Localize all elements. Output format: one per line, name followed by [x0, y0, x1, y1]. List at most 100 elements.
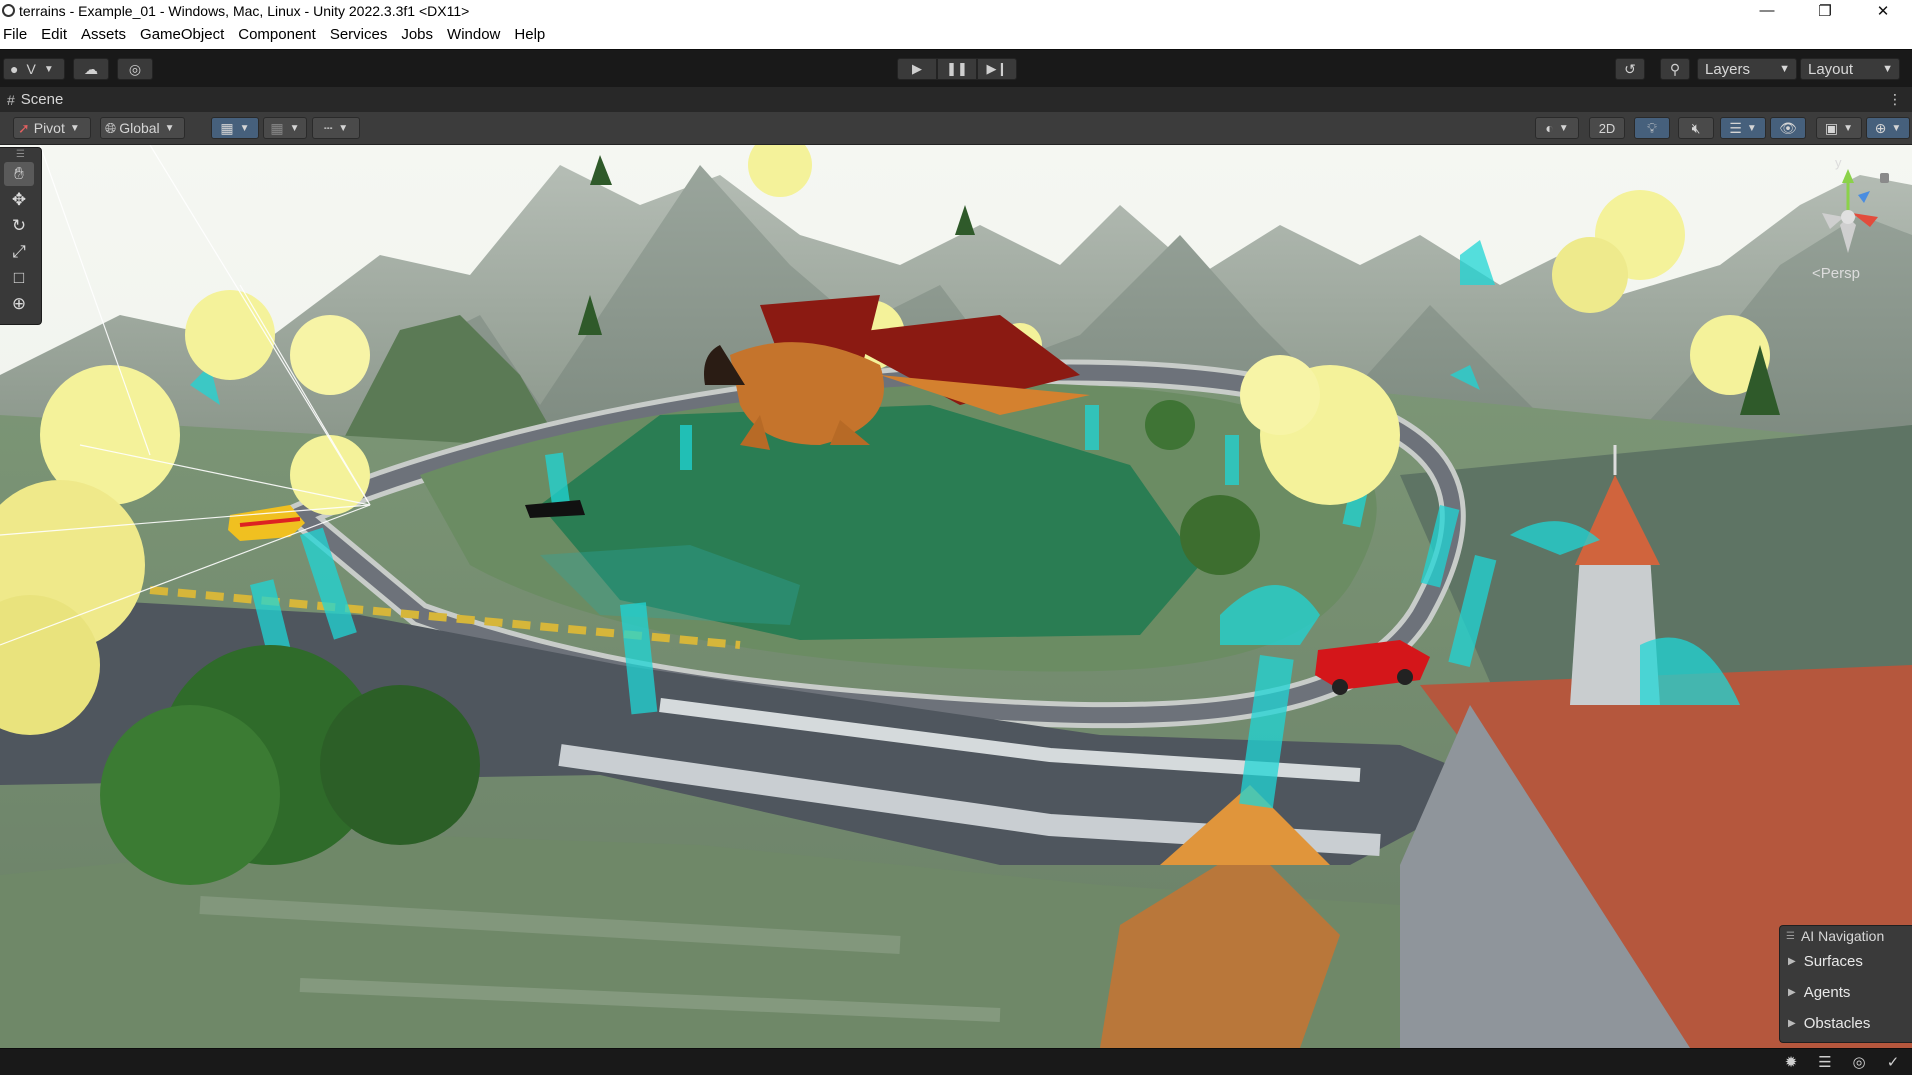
account-label: V: [26, 61, 36, 77]
network-icon[interactable]: ◎: [1848, 1052, 1870, 1072]
ai-navigation-overlay: ☰ AI Navigation ▶ Surfaces ▶ Agents ▶ Ob…: [1779, 925, 1912, 1043]
grid-snap-icon: ▦: [220, 119, 234, 136]
restore-icon[interactable]: ❐: [1796, 0, 1854, 21]
hand-tool-icon[interactable]: ✋︎: [4, 162, 34, 186]
history-icon: ↺: [1624, 60, 1636, 77]
ai-nav-item-label: Agents: [1803, 984, 1851, 1001]
playmode-controls: ▶ ❚❚ ▶❙: [897, 58, 1017, 80]
lock-icon: [1880, 173, 1889, 183]
move-tool-icon[interactable]: ✥: [4, 188, 34, 212]
scene-visibility-toggle[interactable]: 👁︎: [1770, 117, 1806, 139]
debug-icon[interactable]: ✹: [1780, 1052, 1802, 1072]
orientation-gizmo[interactable]: y: [1800, 155, 1895, 283]
collab-button[interactable]: ◎: [117, 58, 153, 80]
chevron-down-icon: ▼: [1558, 122, 1569, 134]
window-title: terrains - Example_01 - Windows, Mac, Li…: [19, 2, 470, 19]
pivot-icon: ➚: [18, 119, 30, 136]
shading-icon: ◐: [1545, 120, 1554, 136]
chevron-down-icon: ▼: [43, 63, 54, 75]
scene-render: [0, 145, 1912, 1048]
mode-2d-toggle[interactable]: 2D: [1589, 117, 1625, 139]
window-controls: — ❐ ✕: [1738, 0, 1912, 21]
chevron-down-icon: ▼: [69, 122, 80, 134]
menu-assets[interactable]: Assets: [74, 21, 133, 49]
chevron-down-icon: ▼: [1882, 63, 1893, 75]
search-button[interactable]: ⚲: [1660, 58, 1690, 80]
grid-snap-toggle[interactable]: ▦ ▼: [211, 117, 259, 139]
menu-jobs[interactable]: Jobs: [394, 21, 440, 49]
menu-file[interactable]: File: [0, 21, 34, 49]
chevron-down-icon: ▼: [1746, 122, 1757, 134]
undo-history-button[interactable]: ↺: [1615, 58, 1645, 80]
scene-grid-icon: #: [7, 91, 15, 108]
expand-triangle-icon: ▶: [1788, 1018, 1796, 1029]
expand-triangle-icon: ▶: [1788, 956, 1796, 967]
ai-nav-item-label: Obstacles: [1803, 1015, 1871, 1032]
pivot-dropdown[interactable]: ➚ Pivot ▼: [13, 117, 91, 139]
ai-nav-item-obstacles[interactable]: ▶ Obstacles: [1780, 1008, 1912, 1039]
effects-dropdown[interactable]: ☰ ▼: [1720, 117, 1766, 139]
increment-snap-toggle[interactable]: ┄ ▼: [312, 117, 360, 139]
chevron-down-icon: ▼: [1891, 122, 1902, 134]
menu-window[interactable]: Window: [440, 21, 507, 49]
camera-mode-label[interactable]: <Persp: [1812, 265, 1860, 282]
gizmos-dropdown[interactable]: ⊕ ▼: [1866, 117, 1910, 139]
chevron-down-icon: ▼: [1843, 122, 1854, 134]
layout-label: Layout: [1808, 60, 1854, 78]
account-icon: ●: [10, 61, 19, 77]
effects-icon: ☰: [1729, 119, 1742, 136]
tab-scene[interactable]: Scene: [21, 91, 64, 108]
status-bar: ✹ ☰ ◎ ✓: [0, 1048, 1912, 1075]
scale-tool-icon[interactable]: ⤢: [4, 240, 34, 264]
pivot-label: Pivot: [33, 120, 65, 136]
gizmo-y-label: y: [1835, 155, 1842, 170]
chevron-down-icon: ▼: [338, 122, 349, 134]
step-icon[interactable]: ▶❙: [977, 58, 1017, 80]
main-toolbar: ● V ▼ ☁ ◎ ▶ ❚❚ ▶❙ ↺ ⚲ Layers ▼ Layout ▼: [0, 49, 1912, 88]
stack-icon[interactable]: ☰: [1814, 1052, 1836, 1072]
menu-services[interactable]: Services: [323, 21, 395, 49]
lighting-toggle[interactable]: 💡︎: [1634, 117, 1670, 139]
layers-dropdown[interactable]: Layers ▼: [1697, 58, 1797, 80]
camera-dropdown[interactable]: ▣ ▼: [1816, 117, 1862, 139]
ai-navigation-header[interactable]: ☰ AI Navigation: [1780, 926, 1912, 946]
gizmo-z-axis: [1858, 191, 1870, 203]
gizmo-x-axis: [1852, 213, 1878, 227]
transform-tool-icon[interactable]: ⊕: [4, 292, 34, 316]
menu-component[interactable]: Component: [231, 21, 323, 49]
scene-tab-bar: # Scene ⋮: [0, 87, 1912, 112]
pause-icon[interactable]: ❚❚: [937, 58, 977, 80]
layers-label: Layers: [1705, 60, 1751, 78]
lightbulb-icon: 💡︎: [1647, 119, 1657, 136]
scene-viewport[interactable]: [0, 145, 1912, 1048]
rotate-tool-icon[interactable]: ↻: [4, 214, 34, 238]
eye-hidden-icon: 👁︎: [1779, 119, 1797, 136]
search-icon: ⚲: [1669, 60, 1681, 77]
camera-icon: ▣: [1824, 119, 1839, 136]
unity-logo-icon: [2, 4, 15, 17]
menu-edit[interactable]: Edit: [34, 21, 74, 49]
cloud-icon: ☁: [84, 60, 98, 77]
scene-toolbar: ➚ Pivot ▼ 🌐︎ Global ▼ ▦ ▼ ▦ ▼ ┄ ▼ ◐ ▼ 2D…: [0, 112, 1912, 145]
minimize-icon[interactable]: —: [1738, 0, 1796, 21]
palette-grip-icon[interactable]: ☰: [0, 148, 41, 160]
menu-gameobject[interactable]: GameObject: [133, 21, 231, 49]
ai-nav-item-agents[interactable]: ▶ Agents: [1780, 977, 1912, 1008]
collab-icon: ◎: [128, 60, 142, 77]
grid-visibility-toggle[interactable]: ▦ ▼: [263, 117, 307, 139]
rect-tool-icon[interactable]: □: [4, 266, 34, 290]
more-options-icon[interactable]: ⋮: [1888, 91, 1902, 108]
cloud-button[interactable]: ☁: [73, 58, 109, 80]
check-icon[interactable]: ✓: [1882, 1052, 1904, 1072]
ai-nav-item-surfaces[interactable]: ▶ Surfaces: [1780, 946, 1912, 977]
draw-mode-dropdown[interactable]: ◐ ▼: [1535, 117, 1579, 139]
menu-bar: File Edit Assets GameObject Component Se…: [0, 21, 1912, 49]
menu-help[interactable]: Help: [507, 21, 552, 49]
play-icon[interactable]: ▶: [897, 58, 937, 80]
global-dropdown[interactable]: 🌐︎ Global ▼: [100, 117, 185, 139]
chevron-down-icon: ▼: [239, 122, 250, 134]
close-icon[interactable]: ✕: [1854, 0, 1912, 21]
layout-dropdown[interactable]: Layout ▼: [1800, 58, 1900, 80]
audio-toggle[interactable]: 🔇︎: [1678, 117, 1714, 139]
account-dropdown[interactable]: ● V ▼: [3, 58, 65, 80]
